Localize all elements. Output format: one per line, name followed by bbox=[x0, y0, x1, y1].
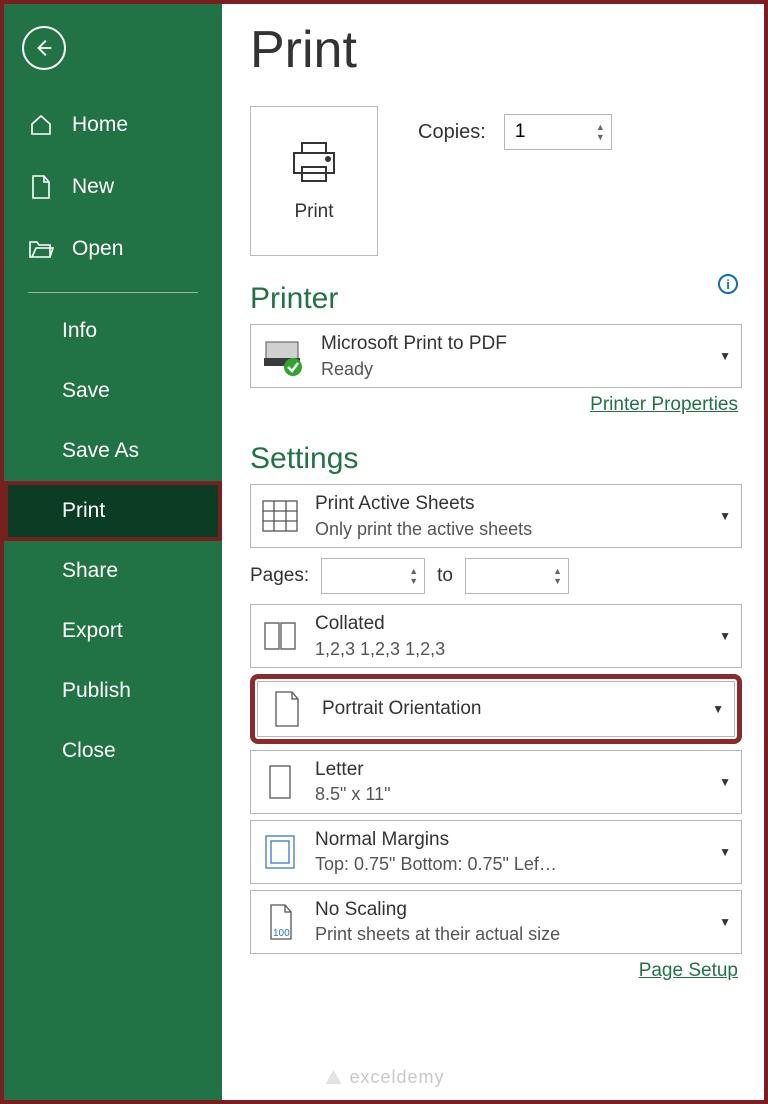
copies-value: 1 bbox=[515, 121, 526, 143]
dd-title: Print Active Sheets bbox=[315, 491, 705, 517]
nav-saveas[interactable]: Save As bbox=[4, 421, 222, 481]
printer-dropdown[interactable]: Microsoft Print to PDF Ready ▼ bbox=[250, 324, 742, 388]
paper-size-dropdown[interactable]: Letter 8.5" x 11" ▼ bbox=[250, 750, 742, 814]
printer-heading: Printer bbox=[250, 282, 742, 316]
sidebar-divider bbox=[28, 292, 198, 293]
dd-title: Collated bbox=[315, 611, 705, 637]
nav-label: Info bbox=[62, 319, 97, 343]
printer-ready-icon bbox=[259, 332, 307, 380]
chevron-down-icon: ▼ bbox=[719, 349, 731, 363]
watermark: exceldemy bbox=[323, 1067, 444, 1088]
info-icon[interactable]: i bbox=[718, 274, 738, 294]
collate-icon bbox=[259, 615, 301, 657]
back-button[interactable] bbox=[22, 26, 66, 70]
nav-publish[interactable]: Publish bbox=[4, 661, 222, 721]
dd-sub: 8.5" x 11" bbox=[315, 782, 705, 806]
nav-label: Print bbox=[62, 499, 105, 523]
svg-text:100: 100 bbox=[273, 928, 290, 939]
dd-sub: Top: 0.75" Bottom: 0.75" Lef… bbox=[315, 852, 705, 876]
nav-label: Home bbox=[72, 113, 128, 137]
back-arrow-icon bbox=[33, 37, 55, 59]
nav-label: Publish bbox=[62, 679, 131, 703]
print-what-dropdown[interactable]: Print Active Sheets Only print the activ… bbox=[250, 484, 742, 548]
scaling-dropdown[interactable]: 100 No Scaling Print sheets at their act… bbox=[250, 890, 742, 954]
chevron-down-icon: ▼ bbox=[719, 915, 731, 929]
sidebar: Home New Open Info Save Save As Print Sh… bbox=[4, 4, 222, 1100]
collate-dropdown[interactable]: Collated 1,2,3 1,2,3 1,2,3 ▼ bbox=[250, 604, 742, 668]
dd-sub: Only print the active sheets bbox=[315, 517, 705, 541]
chevron-down-icon: ▼ bbox=[719, 845, 731, 859]
printer-properties-link[interactable]: Printer Properties bbox=[250, 394, 738, 416]
nav-label: Save bbox=[62, 379, 110, 403]
home-icon bbox=[28, 112, 54, 138]
nav-home[interactable]: Home bbox=[4, 94, 222, 156]
scaling-icon: 100 bbox=[259, 901, 301, 943]
copies-label: Copies: bbox=[418, 121, 486, 144]
dd-title: No Scaling bbox=[315, 897, 705, 923]
nav-label: Close bbox=[62, 739, 116, 763]
pages-from-input[interactable]: ▲▼ bbox=[321, 558, 425, 594]
nav-info[interactable]: Info bbox=[4, 301, 222, 361]
chevron-down-icon: ▼ bbox=[712, 702, 724, 716]
nav-share[interactable]: Share bbox=[4, 541, 222, 601]
dd-title: Normal Margins bbox=[315, 827, 705, 853]
pages-to-input[interactable]: ▲▼ bbox=[465, 558, 569, 594]
nav-label: Save As bbox=[62, 439, 139, 463]
nav-label: Share bbox=[62, 559, 118, 583]
watermark-icon bbox=[323, 1068, 343, 1088]
chevron-down-icon: ▼ bbox=[719, 775, 731, 789]
nav-save[interactable]: Save bbox=[4, 361, 222, 421]
watermark-text: exceldemy bbox=[349, 1067, 444, 1088]
margins-icon bbox=[259, 831, 301, 873]
copies-input[interactable]: 1 ▲▼ bbox=[504, 114, 612, 150]
nav-open[interactable]: Open bbox=[4, 218, 222, 280]
printer-icon bbox=[288, 139, 340, 187]
main-panel: Print Print Copies: 1 ▲▼ i Printer bbox=[222, 4, 764, 1100]
portrait-icon bbox=[266, 688, 308, 730]
page-title: Print bbox=[250, 20, 742, 80]
orientation-dropdown[interactable]: Portrait Orientation ▼ bbox=[257, 681, 735, 737]
margins-dropdown[interactable]: Normal Margins Top: 0.75" Bottom: 0.75" … bbox=[250, 820, 742, 884]
open-icon bbox=[28, 236, 54, 262]
spinner-arrows-icon[interactable]: ▲▼ bbox=[409, 566, 418, 586]
nav-label: Open bbox=[72, 237, 123, 261]
nav-new[interactable]: New bbox=[4, 156, 222, 218]
orientation-highlight: Portrait Orientation ▼ bbox=[250, 674, 742, 744]
dd-title: Letter bbox=[315, 757, 705, 783]
page-setup-link[interactable]: Page Setup bbox=[250, 960, 738, 982]
print-button-label: Print bbox=[294, 201, 333, 223]
sheets-icon bbox=[259, 495, 301, 537]
nav-print[interactable]: Print bbox=[4, 481, 222, 541]
dd-title: Portrait Orientation bbox=[322, 696, 698, 722]
nav-close[interactable]: Close bbox=[4, 721, 222, 781]
print-button[interactable]: Print bbox=[250, 106, 378, 256]
spinner-arrows-icon[interactable]: ▲▼ bbox=[553, 566, 562, 586]
printer-status: Ready bbox=[321, 357, 705, 381]
new-icon bbox=[28, 174, 54, 200]
chevron-down-icon: ▼ bbox=[719, 509, 731, 523]
nav-export[interactable]: Export bbox=[4, 601, 222, 661]
to-label: to bbox=[437, 565, 453, 587]
dd-sub: Print sheets at their actual size bbox=[315, 922, 705, 946]
chevron-down-icon: ▼ bbox=[719, 629, 731, 643]
settings-heading: Settings bbox=[250, 442, 742, 476]
nav-label: Export bbox=[62, 619, 123, 643]
printer-name: Microsoft Print to PDF bbox=[321, 331, 705, 357]
nav-label: New bbox=[72, 175, 114, 199]
dd-sub: 1,2,3 1,2,3 1,2,3 bbox=[315, 637, 705, 661]
pages-label: Pages: bbox=[250, 565, 309, 587]
page-icon bbox=[259, 761, 301, 803]
spinner-arrows-icon[interactable]: ▲▼ bbox=[596, 122, 605, 142]
